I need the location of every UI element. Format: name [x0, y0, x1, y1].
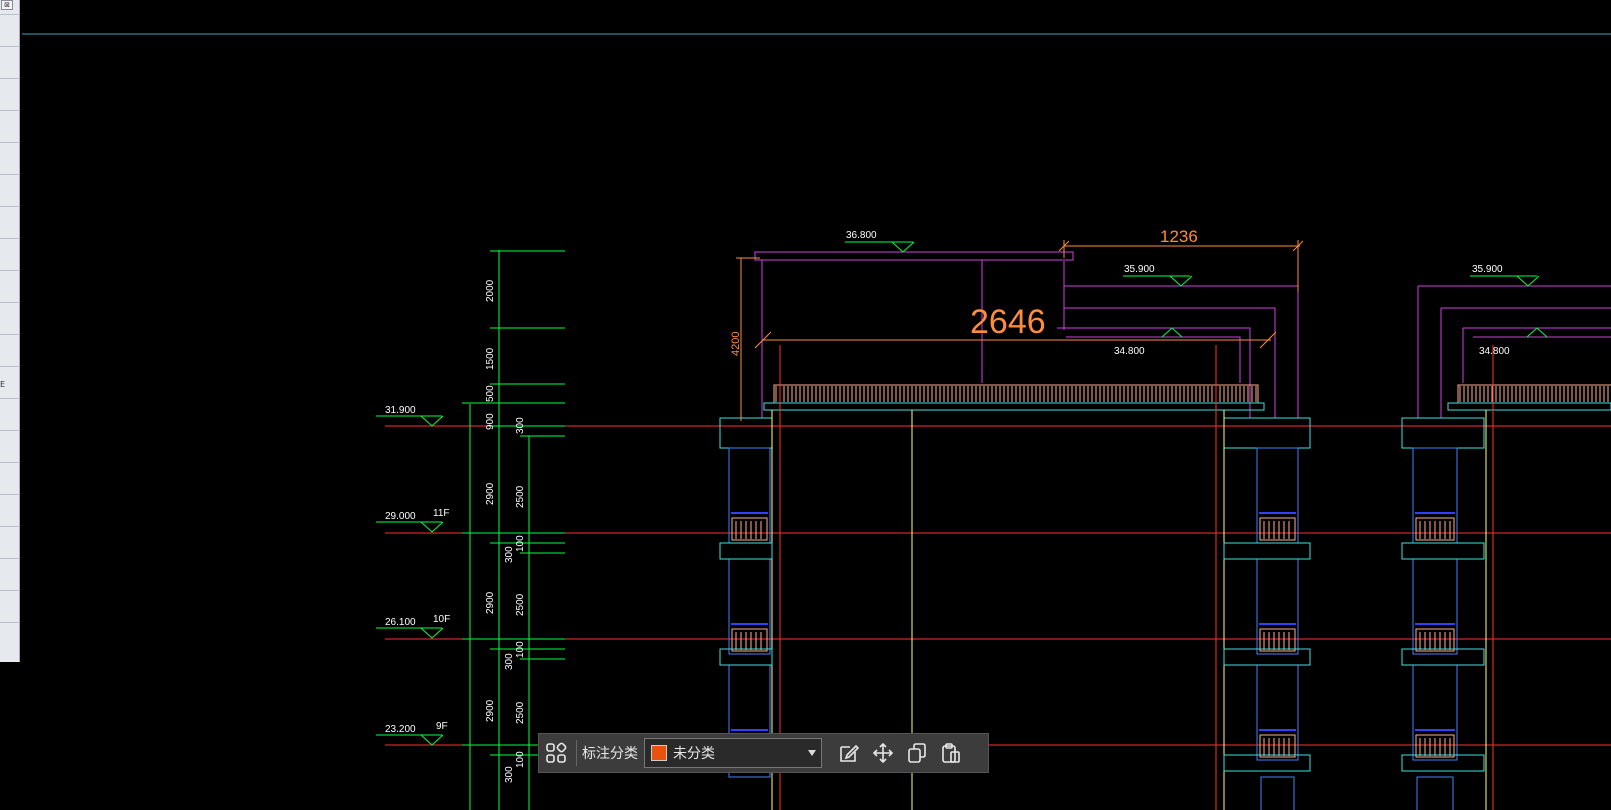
category-dropdown[interactable]: 未分类 [644, 738, 822, 768]
dim-text: 300 [515, 417, 526, 434]
window-frame [728, 558, 771, 655]
dim-text: 2500 [515, 701, 526, 724]
dim-text: 2000 [485, 279, 496, 302]
category-color-swatch [651, 745, 667, 761]
dim-text: 100 [515, 751, 526, 768]
railing-balusters [775, 386, 1609, 402]
dim-text: 500 [485, 385, 496, 402]
chevron-down-icon[interactable] [808, 750, 816, 756]
window-frame [1256, 558, 1299, 655]
dim-text: 2900 [485, 591, 496, 614]
window-frame [1256, 447, 1299, 544]
dim-text: 2900 [485, 482, 496, 505]
cad-drawing-canvas[interactable]: 31.900 29.000 11F 26.100 10F 23.200 9F 2… [0, 0, 1611, 810]
roof-elevation-label: 35.900 [1472, 264, 1503, 275]
annotation-toolbar[interactable]: 标注分类 未分类 [538, 733, 989, 773]
dim-text: 100 [515, 535, 526, 552]
dim-text: 100 [515, 641, 526, 658]
window-frame [1416, 776, 1454, 810]
grid-icon[interactable] [539, 736, 573, 770]
edit-icon[interactable] [832, 736, 866, 770]
dim-text: 2500 [515, 485, 526, 508]
roof-parapets [754, 251, 1611, 418]
window-frame [1256, 664, 1299, 761]
paste-icon[interactable] [934, 736, 968, 770]
category-value: 未分类 [673, 746, 715, 762]
roof-elevation-label: 34.800 [1479, 346, 1510, 357]
floor-label: 9F [436, 721, 448, 732]
balcony-rail [731, 628, 768, 652]
balcony-rail [1259, 734, 1296, 758]
floor-label: 11F [433, 508, 450, 519]
balcony-rail [731, 517, 768, 541]
dim-text: 300 [504, 546, 515, 563]
elevation-markers [376, 415, 444, 746]
floor-label: 10F [433, 614, 450, 625]
dim-text: 2900 [485, 699, 496, 722]
roof-elevation-marks [845, 241, 1548, 338]
balcony-rail [1259, 628, 1296, 652]
balcony-rail [1259, 517, 1296, 541]
dimension-chains [462, 250, 565, 810]
dim-text: 900 [485, 413, 496, 430]
elevation-label: 29.000 [385, 511, 416, 522]
dim-text: 300 [504, 653, 515, 670]
window-frame [728, 447, 771, 544]
copy-icon[interactable] [900, 736, 934, 770]
move-icon[interactable] [866, 736, 900, 770]
elevation-label: 26.100 [385, 617, 416, 628]
toolbar-separator [576, 740, 577, 766]
roof-elevation-label: 34.800 [1114, 346, 1145, 357]
dim-1236: 1236 [1160, 227, 1198, 246]
dim-4200: 4200 [730, 332, 742, 356]
category-label: 标注分类 [582, 746, 638, 762]
roof-elevation-label: 36.800 [846, 230, 877, 241]
elevation-label: 23.200 [385, 724, 416, 735]
dim-text: 2500 [515, 593, 526, 616]
dim-text: 300 [504, 766, 515, 783]
elevation-label: 31.900 [385, 405, 416, 416]
dim-2646: 2646 [970, 303, 1046, 341]
dimension-texts: 2000 1500 500 900 2900 2900 2900 300 250… [485, 279, 526, 783]
level-lines [385, 425, 1611, 746]
dim-text: 1500 [485, 347, 496, 370]
window-frame [1260, 776, 1295, 810]
roof-elevation-label: 35.900 [1124, 264, 1155, 275]
